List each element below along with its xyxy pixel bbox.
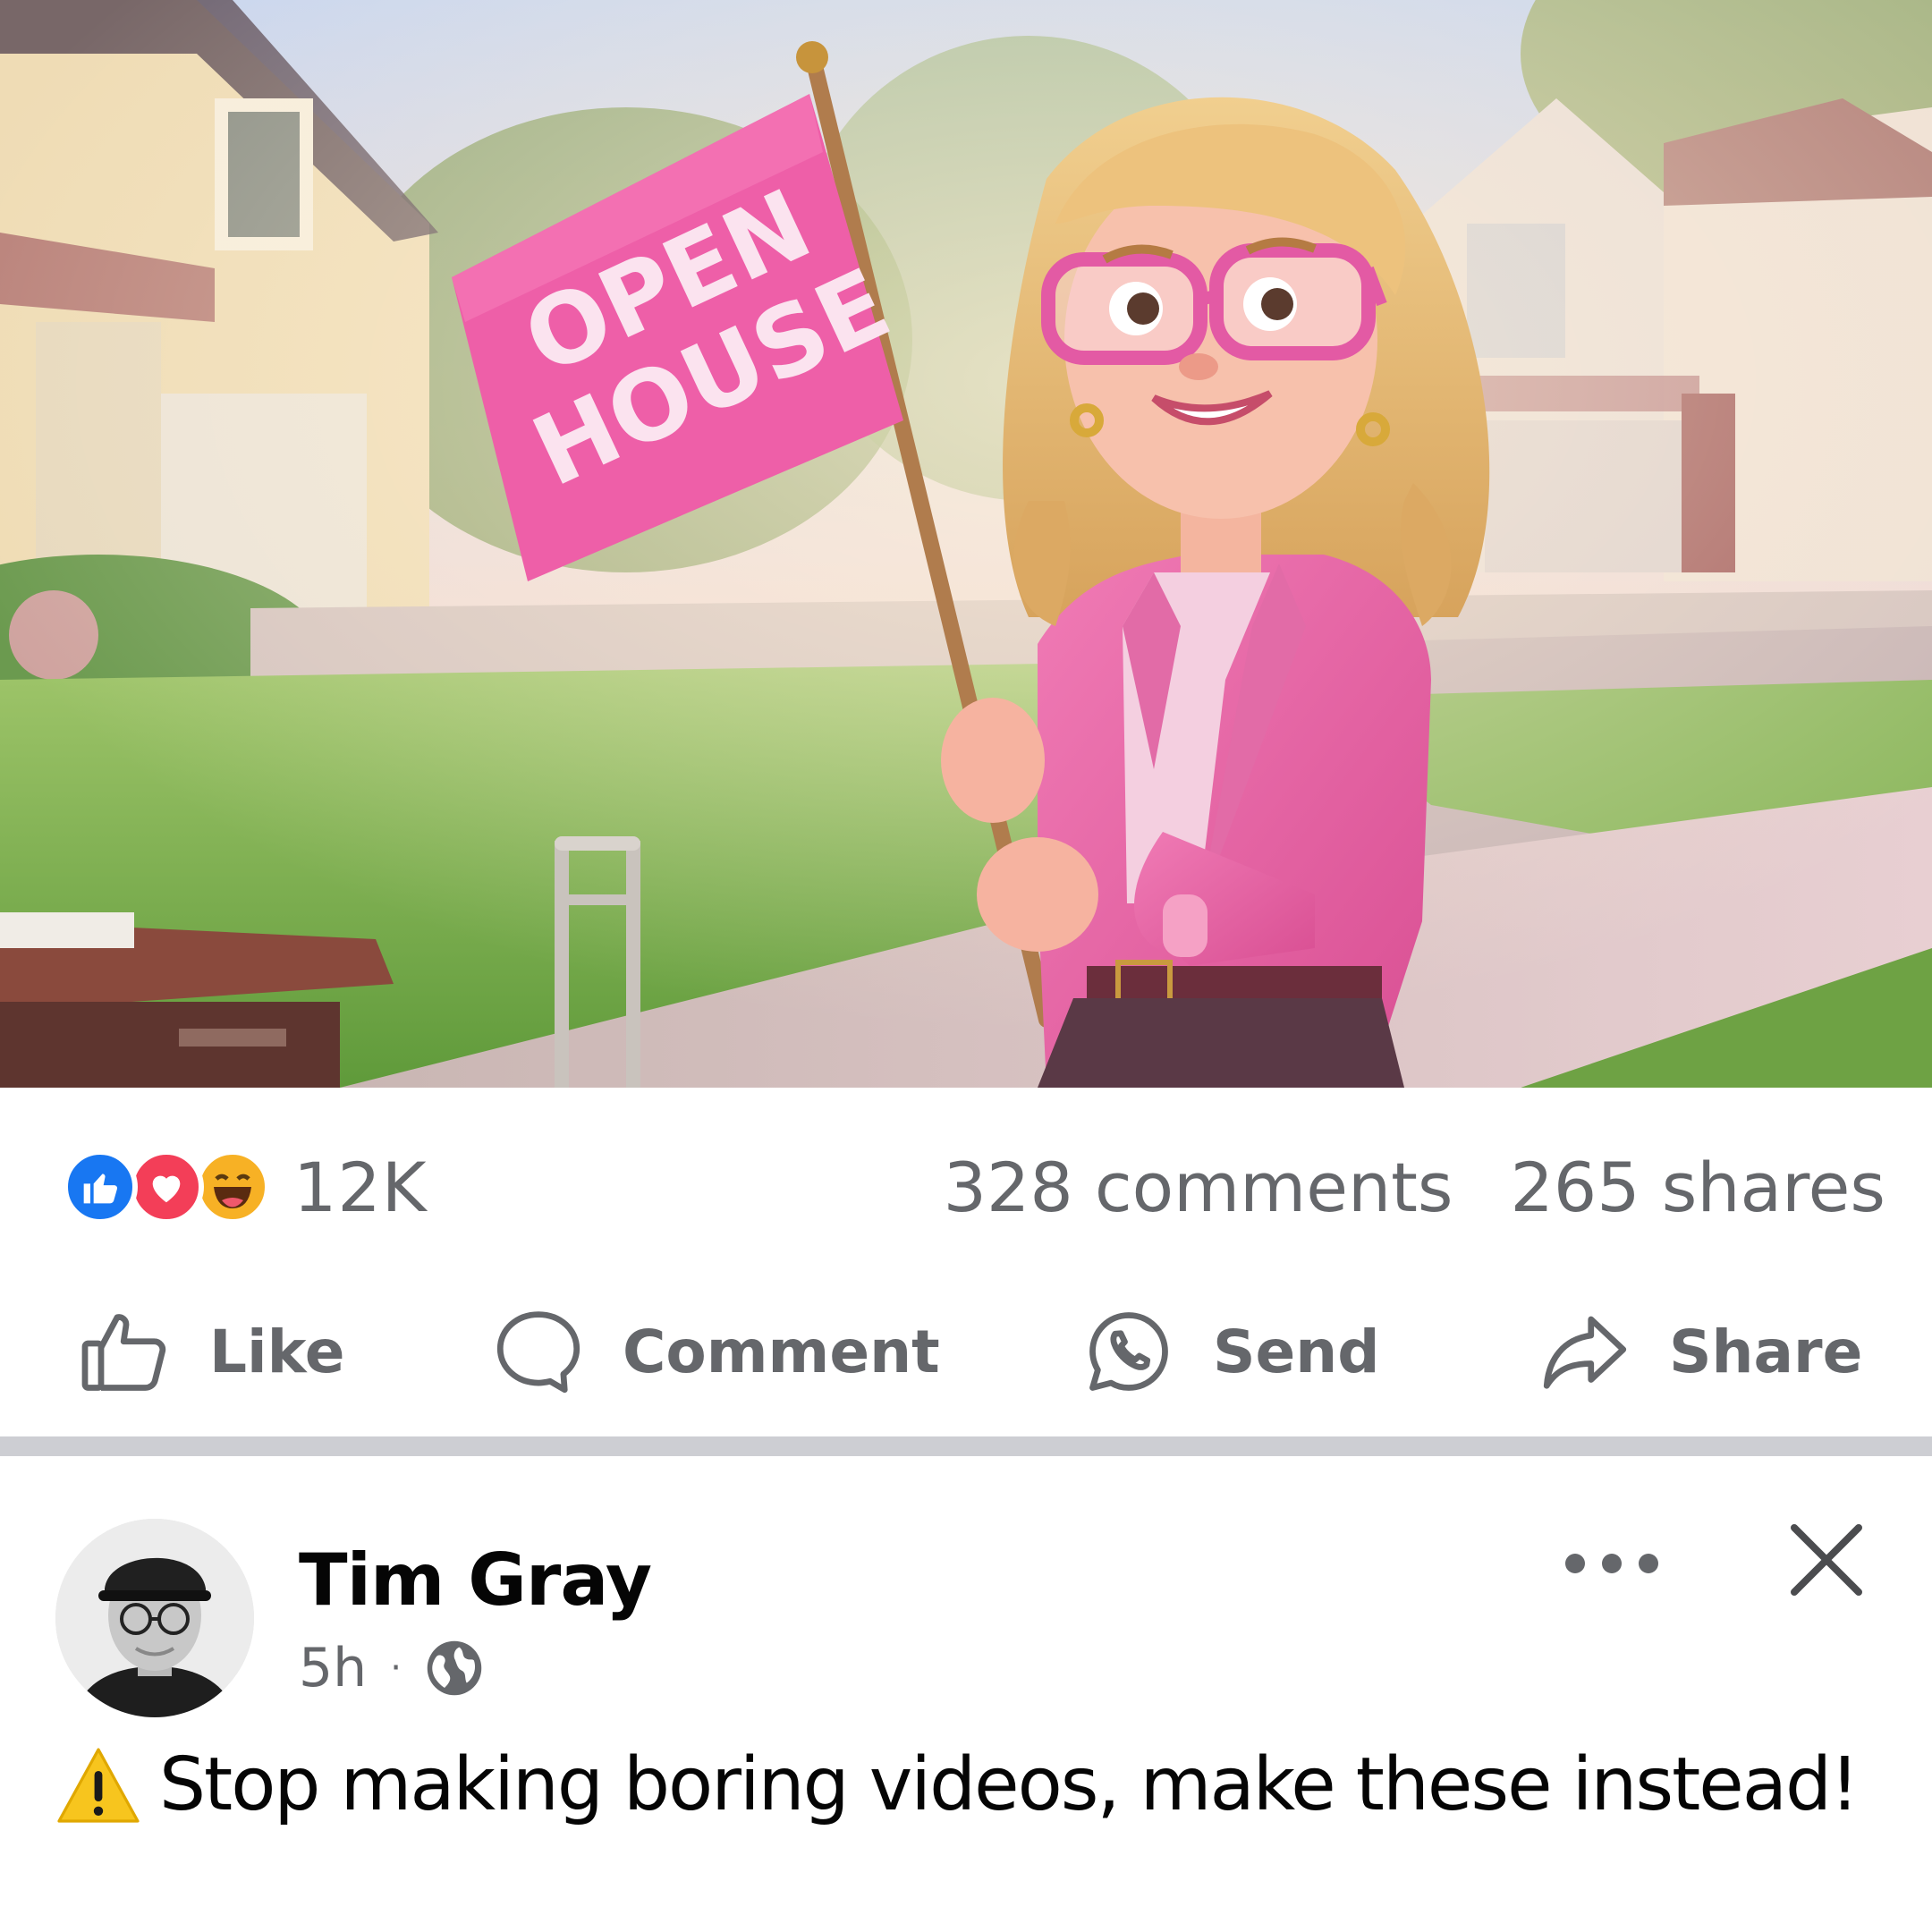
dot-icon — [1639, 1554, 1658, 1573]
like-reaction-icon — [63, 1149, 138, 1224]
more-options-button[interactable] — [1565, 1528, 1658, 1599]
avatar[interactable] — [55, 1519, 254, 1717]
dot-icon — [1565, 1554, 1585, 1573]
post-author-name[interactable]: Tim Gray — [299, 1538, 652, 1622]
reaction-count[interactable]: 12K — [293, 1148, 428, 1227]
close-icon[interactable] — [1784, 1517, 1869, 1603]
avatar-portrait — [55, 1519, 254, 1717]
post-image[interactable]: OPEN HOUSE — [0, 0, 1932, 1088]
post-meta: 5h · — [299, 1637, 484, 1699]
share-arrow-icon — [1543, 1316, 1627, 1389]
post-stats: 328 comments 265 shares — [944, 1147, 1885, 1227]
meta-separator: · — [390, 1648, 402, 1689]
post-caption: Stop making boring videos, make these in… — [55, 1742, 1860, 1827]
whatsapp-icon — [1089, 1312, 1168, 1391]
share-label: Share — [1669, 1317, 1863, 1386]
reaction-summary-bar: 12K 328 comments 265 shares — [0, 1088, 1932, 1267]
comment-bubble-icon — [496, 1311, 580, 1394]
next-post: Tim Gray 5h · Stop making boring videos,… — [0, 1456, 1932, 1932]
haha-reaction-icon — [195, 1149, 270, 1224]
send-button[interactable]: Send — [1080, 1267, 1380, 1436]
love-reaction-icon — [129, 1149, 204, 1224]
comment-label: Comment — [623, 1317, 940, 1386]
comments-count[interactable]: 328 comments — [944, 1148, 1453, 1227]
thumbs-up-icon — [81, 1314, 166, 1391]
open-house-illustration: OPEN HOUSE — [0, 0, 1932, 1088]
globe-icon[interactable] — [425, 1639, 484, 1698]
caption-text: Stop making boring videos, make these in… — [159, 1742, 1860, 1827]
like-button[interactable]: Like — [77, 1267, 345, 1436]
comment-button[interactable]: Comment — [490, 1267, 940, 1436]
warning-icon — [57, 1747, 140, 1823]
post-action-bar: Like Comment Send Share — [0, 1267, 1932, 1436]
send-label: Send — [1213, 1317, 1380, 1386]
reactions-summary[interactable]: 12K — [63, 1147, 428, 1227]
share-button[interactable]: Share — [1537, 1267, 1862, 1436]
like-label: Like — [209, 1317, 345, 1386]
dot-icon — [1602, 1554, 1622, 1573]
feed-divider — [0, 1436, 1932, 1456]
shares-count[interactable]: 265 shares — [1511, 1148, 1885, 1227]
post-time[interactable]: 5h — [299, 1637, 367, 1699]
